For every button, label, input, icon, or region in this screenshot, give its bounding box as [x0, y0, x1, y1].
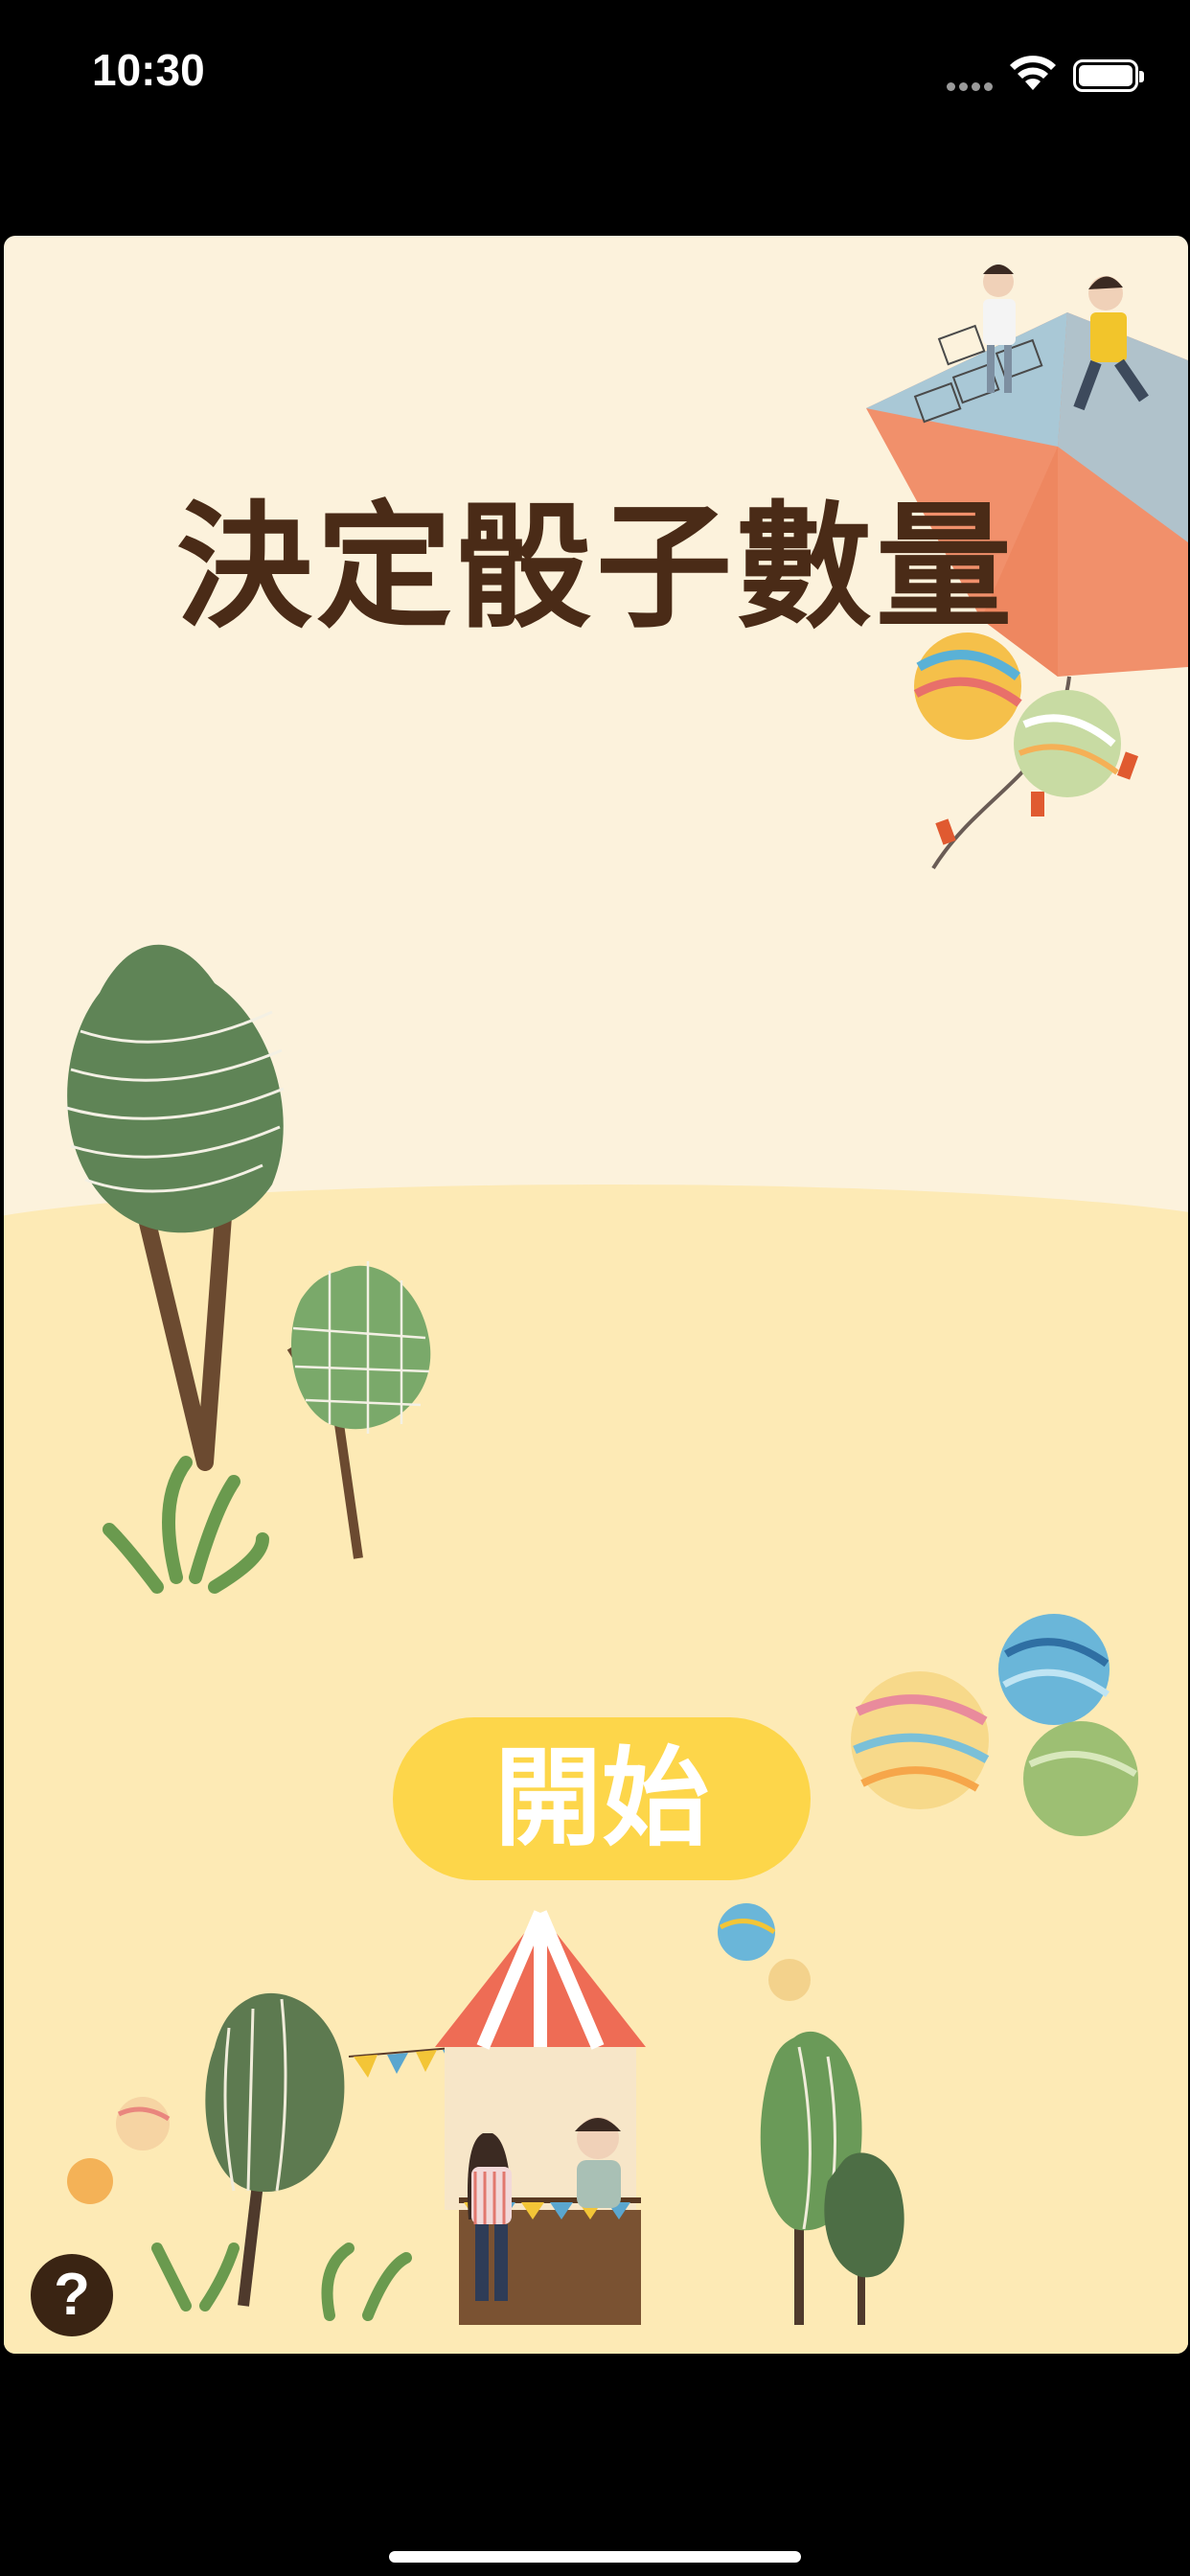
- market-stall-illustration: [67, 1903, 904, 2325]
- notch: [268, 0, 937, 96]
- status-bar: 10:30: [0, 0, 1190, 134]
- battery-icon: [1073, 59, 1144, 92]
- marbles-illustration: [851, 1614, 1138, 1836]
- page-title: 決定骰子數量: [176, 489, 1016, 647]
- app-screen: 決定骰子數量 開始 ?: [4, 236, 1188, 2354]
- cellular-signal-icon: [947, 77, 998, 91]
- wifi-icon: [1010, 56, 1056, 90]
- home-indicator[interactable]: [389, 2551, 801, 2563]
- help-button[interactable]: ?: [31, 2254, 113, 2336]
- start-button[interactable]: 開始: [393, 1717, 811, 1880]
- status-time: 10:30: [92, 45, 205, 95]
- left-trees-illustration: [65, 944, 431, 1594]
